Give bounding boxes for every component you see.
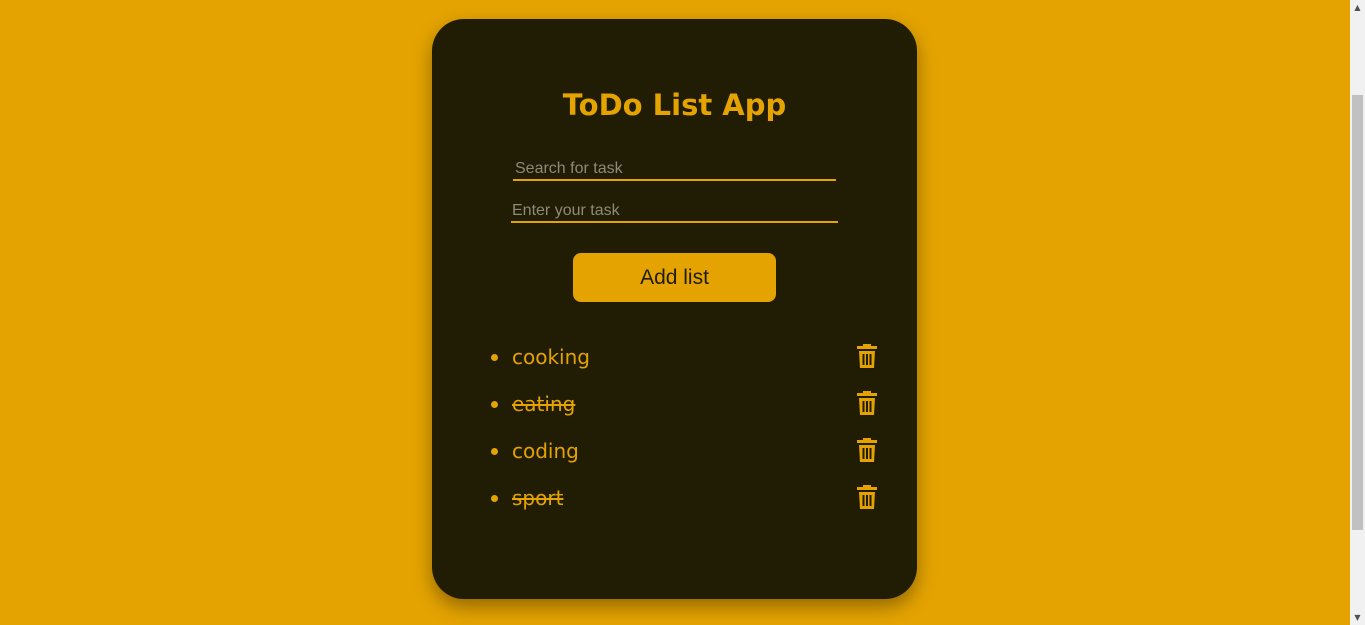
app-title: ToDo List App — [562, 88, 787, 122]
task-item: eating — [432, 381, 917, 428]
task-input[interactable] — [511, 201, 838, 223]
todo-card: ToDo List App Add list cooking eating — [432, 19, 917, 599]
task-label[interactable]: cooking — [512, 342, 590, 372]
trash-icon[interactable] — [857, 485, 877, 509]
page-viewport: ToDo List App Add list cooking eating — [0, 0, 1365, 625]
task-label[interactable]: coding — [512, 436, 579, 466]
search-input[interactable] — [513, 159, 836, 181]
task-item: coding — [432, 428, 917, 475]
bullet-icon — [491, 448, 498, 455]
task-item: sport — [432, 475, 917, 522]
task-item: cooking — [432, 334, 917, 381]
scroll-down-arrow-icon[interactable]: ▼ — [1350, 610, 1365, 625]
scroll-up-arrow-icon[interactable]: ▲ — [1350, 0, 1365, 15]
trash-icon[interactable] — [857, 438, 877, 462]
bullet-icon — [491, 495, 498, 502]
scrollbar-thumb[interactable] — [1352, 95, 1363, 530]
trash-icon[interactable] — [857, 344, 877, 368]
page-scrollbar[interactable]: ▲ ▼ — [1350, 0, 1365, 625]
add-list-button[interactable]: Add list — [573, 253, 776, 302]
task-label[interactable]: sport — [512, 483, 563, 513]
bullet-icon — [491, 401, 498, 408]
task-label[interactable]: eating — [512, 389, 575, 419]
trash-icon[interactable] — [857, 391, 877, 415]
bullet-icon — [491, 354, 498, 361]
task-list: cooking eating coding sport — [432, 334, 917, 522]
